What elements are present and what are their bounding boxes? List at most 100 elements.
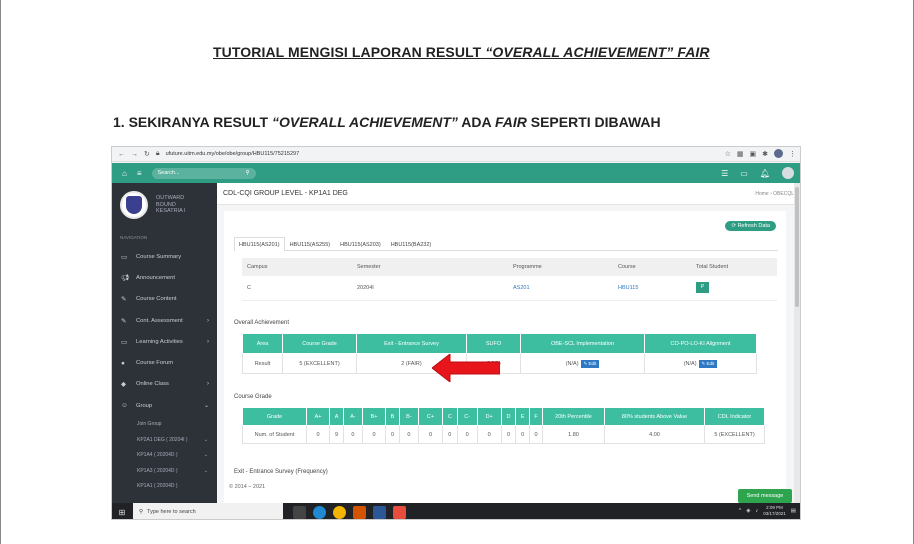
task-view-icon[interactable] [293,505,306,519]
refresh-data-button[interactable]: ⟳ Refresh Data [725,221,776,231]
chevron-down-icon: ⌄ [203,467,208,474]
address-bar[interactable]: ufuture.uitm.edu.my/obe/obe/group/HBU115… [166,151,300,157]
edit-button[interactable]: ✎ Edit [698,359,718,368]
sidebar-item-online-class[interactable]: ◆ Online Class › [112,374,217,395]
sidebar-subitem-join-group[interactable]: Join Group [112,416,217,432]
puzzle-icon[interactable]: ✱ [762,150,768,158]
tab-course[interactable]: HBU115(AS255) [285,237,336,251]
sidebar-item-learning-activities[interactable]: ▭ Learning Activities › [112,331,217,352]
course-tabs: HBU115(AS201) HBU115(AS255) HBU115(AS203… [234,237,778,251]
notification-icon[interactable]: ▤ [791,508,796,514]
table-cell: 0 [515,425,531,444]
column-header: A [329,407,344,426]
column-header: B+ [361,407,387,426]
back-icon[interactable]: ← [118,151,125,158]
tab-course[interactable]: HBU115(BA232) [386,237,437,251]
profile-avatar[interactable] [774,149,783,158]
page-title: CDL-CQI GROUP LEVEL - KP1A1 DEG [223,190,348,197]
semester-value: 20204I [352,276,508,301]
main-content: CDL-CQI GROUP LEVEL - KP1A1 DEG Home › O… [217,183,800,503]
university-logo [120,191,148,219]
reload-icon[interactable]: ↻ [144,150,150,158]
search-input[interactable]: Search... ⚲ [151,167,256,179]
list-icon[interactable]: ☰ [721,169,728,178]
column-header: F [529,407,543,426]
send-message-button[interactable]: Send message [738,489,792,503]
table-cell: 0 [342,425,363,444]
column-header: A+ [305,407,331,426]
browser-toolbar: ← → ↻ 🔒︎ ufuture.uitm.edu.my/obe/obe/gro… [112,147,800,162]
message-icon[interactable]: ▭ [740,169,748,178]
column-header: D+ [476,407,502,426]
sidebar-subitem-group[interactable]: KP1A4 ( 20204D ) ⌄ [112,447,217,463]
sidebar-subitem-group[interactable]: KP1A3 ( 20204D ) ⌄ [112,463,217,479]
windows-start-icon[interactable]: ⊞ [115,508,129,517]
forward-icon[interactable]: → [131,151,138,158]
course-grade-cell: 5 (EXCELLENT) [282,353,357,374]
table-cell: 0 [456,425,478,444]
system-clock[interactable]: 2:09 PM 03/17/2021 [763,505,786,516]
document-title: TUTORIAL MENGISI LAPORAN RESULT “OVERALL… [213,44,710,60]
column-header: OBE-SCL Implementation [520,333,645,354]
home-icon[interactable]: ⌂ [122,169,127,178]
column-header: Course [613,258,691,276]
network-icon[interactable]: ◈ [746,508,750,514]
menu-dots-icon[interactable]: ⋮ [789,150,796,158]
column-header: CO-PO-LO-KI Alignment [644,333,757,354]
column-header: C [442,407,458,426]
app-topbar: ⌂ ≡ Search... ⚲ ☰ ▭ 🔔︎ [112,163,800,183]
total-student-button[interactable]: P [696,282,709,294]
column-header: C- [456,407,478,426]
extension-icon[interactable]: ▦ [737,150,744,158]
extension-icon[interactable]: ▣ [750,150,757,158]
alignment-cell: (N/A) [683,360,697,367]
column-header: E [515,407,531,426]
column-header: Grade [242,407,307,426]
app-icon[interactable] [393,505,406,519]
word-icon[interactable] [373,505,386,519]
breadcrumb[interactable]: Home › OBECQL [755,191,794,197]
hamburger-icon[interactable]: ≡ [137,169,142,178]
scrollbar[interactable] [794,183,800,503]
app-icon[interactable] [353,505,366,519]
tab-course[interactable]: HBU115(AS203) [335,237,386,251]
graduation-cap-icon: ◆ [121,381,126,389]
column-header: CDL Indicator [704,407,765,426]
sidebar-item-course-forum[interactable]: ● Course Forum [112,352,217,373]
column-header: 20th Percentile [542,407,605,426]
footer-copyright: © 2014 – 2021 [229,484,266,490]
search-icon[interactable]: ⚲ [245,170,249,176]
tray-up-icon[interactable]: ^ [739,508,742,514]
edit-button[interactable]: ✎ Edit [580,359,600,368]
chat-icon: ● [121,359,125,367]
chrome-icon[interactable] [333,505,346,519]
edge-icon[interactable] [313,505,326,519]
table-cell: 5 (EXCELLENT) [704,425,765,444]
brand-name: OUTWARD BOUND KESATRIA I [156,195,186,215]
sidebar: OUTWARD BOUND KESATRIA I NAVIGATION ▭ Cou… [112,183,217,503]
nav-header: NAVIGATION [120,235,148,240]
taskbar-search[interactable]: ⚲ Type here to search [133,503,283,519]
bell-icon[interactable]: 🔔︎ [760,169,770,178]
tab-course[interactable]: HBU115(AS201) [234,237,285,251]
programme-link[interactable]: AS201 [508,276,613,301]
column-header: Area [242,333,283,354]
sidebar-item-cont-assessment[interactable]: ✎ Cont. Assessment › [112,310,217,331]
column-header: B- [398,407,419,426]
sidebar-subitem-group[interactable]: KP2A1 DEG ( 20204I ) ⌄ [112,432,217,448]
sidebar-item-course-content[interactable]: ✎ Course Content [112,289,217,310]
sidebar-subitem-group[interactable]: KP1A1 ( 20204D ) [112,478,217,494]
sidebar-item-announcement[interactable]: 📢︎ Announcement [112,267,217,288]
megaphone-icon: 📢︎ [121,274,130,282]
star-icon[interactable]: ☆ [725,150,731,158]
area-cell: Result [242,353,283,374]
document-page: TUTORIAL MENGISI LAPORAN RESULT “OVERALL… [0,0,914,544]
volume-icon[interactable]: ♪ [756,508,759,514]
pencil-icon: ✎ [121,317,127,325]
lock-icon: 🔒︎ [155,150,160,157]
sidebar-item-course-summary[interactable]: ▭ Course Summary [112,246,217,267]
user-avatar[interactable] [782,167,794,179]
column-header: D [500,407,517,426]
course-link[interactable]: HBU115 [613,276,691,301]
sidebar-item-group[interactable]: ☺ Group ⌄ [112,395,217,416]
